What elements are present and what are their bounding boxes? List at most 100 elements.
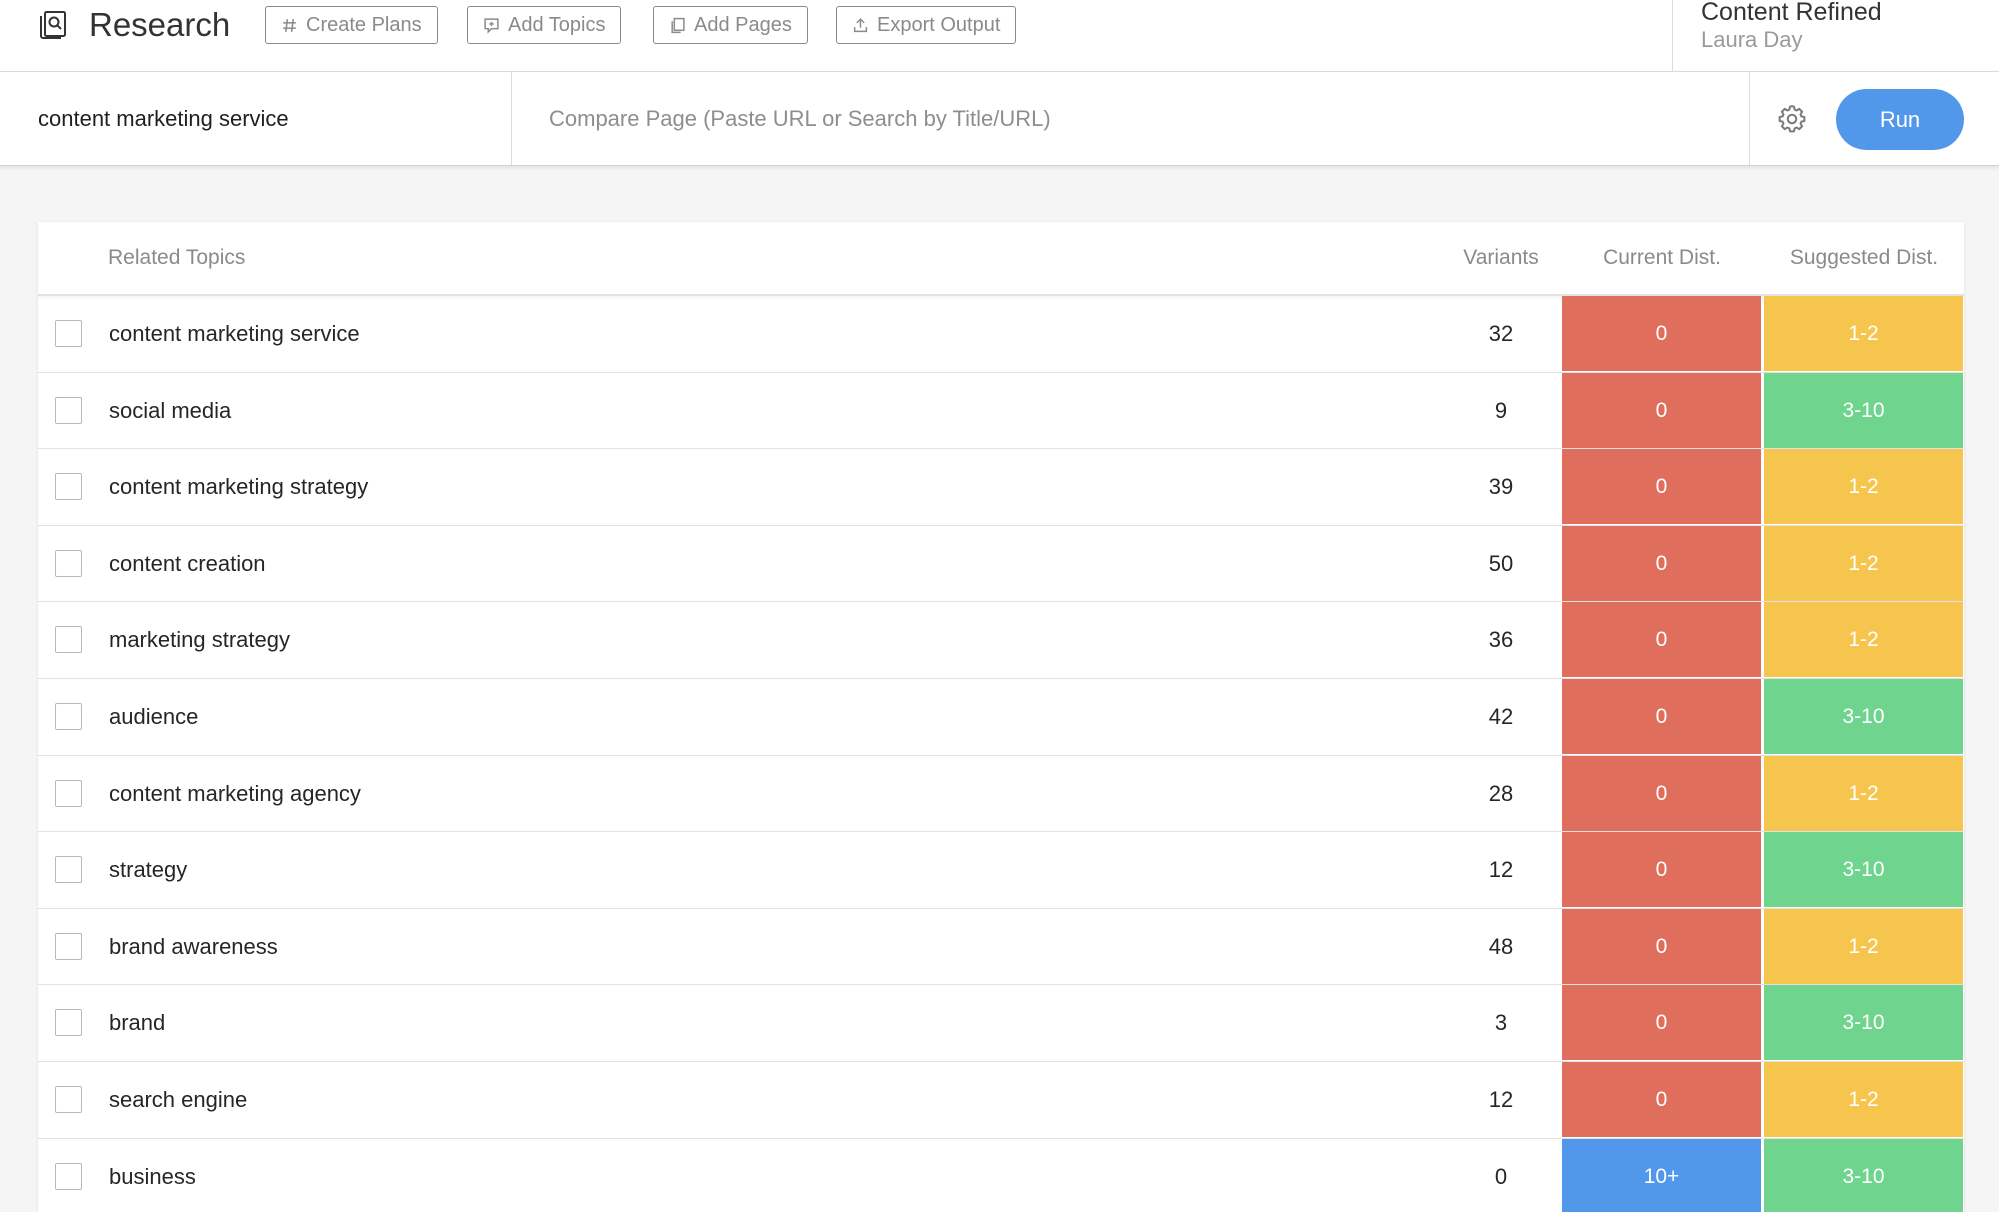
settings-button[interactable] (1749, 72, 1834, 165)
suggested-dist-cell: 3-10 (1764, 678, 1963, 754)
current-dist-cell: 0 (1562, 525, 1761, 601)
row-checkbox[interactable] (55, 932, 82, 960)
compare-page-input[interactable] (513, 72, 1749, 165)
table-row: business 0 10+ 3-10 (38, 1138, 1964, 1212)
variants-count: 42 (1488, 703, 1514, 729)
suggested-dist-cell: 1-2 (1764, 602, 1963, 678)
current-dist-cell: 0 (1562, 755, 1761, 831)
top-bar: Research Create Plans Add Topics Add Pag… (0, 0, 1999, 72)
topic-name: strategy (109, 857, 188, 883)
current-dist-cell: 0 (1562, 832, 1761, 908)
variants-count: 39 (1488, 474, 1514, 500)
row-checkbox[interactable] (55, 779, 82, 807)
topic-name: audience (109, 703, 199, 729)
suggested-dist-cell: 1-2 (1764, 449, 1963, 525)
suggested-dist-cell: 3-10 (1764, 985, 1963, 1061)
topic-name: content creation (109, 550, 266, 576)
current-dist-cell: 0 (1562, 1061, 1761, 1137)
variants-count: 36 (1488, 627, 1514, 653)
add-topics-label: Add Topics (508, 13, 606, 36)
run-button[interactable]: Run (1836, 89, 1964, 150)
topic-name: marketing strategy (109, 627, 290, 653)
row-checkbox[interactable] (55, 549, 82, 577)
export-output-label: Export Output (877, 13, 1001, 36)
variants-header[interactable]: Variants (1436, 222, 1566, 294)
variants-count: 12 (1488, 857, 1514, 883)
variants-count: 3 (1494, 1010, 1508, 1036)
add-pages-label: Add Pages (694, 13, 792, 36)
current-dist-cell: 0 (1562, 602, 1761, 678)
table-row: content creation 50 0 1-2 (38, 525, 1964, 603)
current-dist-cell: 0 (1562, 296, 1761, 371)
suggested-dist-cell: 1-2 (1764, 908, 1963, 984)
current-dist-cell: 0 (1562, 908, 1761, 984)
export-output-button[interactable]: Export Output (836, 6, 1017, 44)
variants-count: 28 (1488, 780, 1514, 806)
table-row: marketing strategy 36 0 1-2 (38, 602, 1964, 679)
suggested-dist-cell: 1-2 (1764, 755, 1963, 831)
create-plans-label: Create Plans (306, 13, 422, 36)
suggested-dist-cell: 3-10 (1764, 372, 1963, 448)
topic-name: content marketing agency (109, 780, 361, 806)
variants-count: 32 (1488, 321, 1514, 346)
row-checkbox[interactable] (55, 320, 82, 347)
user-panel[interactable]: Content Refined Laura Day (1672, 0, 1999, 72)
hash-icon (283, 18, 296, 32)
add-pages-button[interactable]: Add Pages (653, 6, 808, 44)
current-dist-cell: 10+ (1562, 1138, 1761, 1212)
suggested-dist-header[interactable]: Suggested Dist. (1764, 222, 1964, 294)
table-header: Related Topics Variants Current Dist. Su… (38, 222, 1964, 296)
row-checkbox[interactable] (55, 473, 82, 501)
table-row: content marketing service 32 0 1-2 (38, 296, 1964, 373)
row-checkbox[interactable] (55, 396, 82, 424)
table-row: social media 9 0 3-10 (38, 372, 1964, 450)
comment-icon (484, 17, 499, 34)
table-row: search engine 12 0 1-2 (38, 1061, 1964, 1139)
suggested-dist-cell: 3-10 (1764, 1138, 1963, 1212)
gear-icon (1778, 104, 1806, 132)
table-row: brand 3 0 3-10 (38, 985, 1964, 1062)
current-dist-header[interactable]: Current Dist. (1562, 222, 1762, 294)
table-row: audience 42 0 3-10 (38, 678, 1964, 756)
search-bar: content marketing service Run (0, 72, 1999, 166)
related-topics-header[interactable]: Related Topics (108, 222, 245, 294)
topic-name: brand awareness (109, 933, 278, 959)
project-name: Content Refined (1701, 0, 1882, 26)
row-checkbox[interactable] (55, 1085, 82, 1113)
topic-name: brand (109, 1010, 166, 1036)
table-row: content marketing strategy 39 0 1-2 (38, 449, 1964, 526)
related-topics-table: Related Topics Variants Current Dist. Su… (38, 222, 1964, 1212)
row-checkbox[interactable] (55, 1009, 82, 1037)
topic-name: content marketing service (109, 321, 360, 346)
topic-name: business (109, 1163, 196, 1189)
keyword-field[interactable]: content marketing service (0, 72, 512, 165)
current-dist-cell: 0 (1562, 985, 1761, 1061)
upload-icon (853, 17, 868, 32)
topic-name: social media (109, 397, 232, 423)
variants-count: 9 (1494, 397, 1508, 423)
table-row: brand awareness 48 0 1-2 (38, 908, 1964, 986)
suggested-dist-cell: 1-2 (1764, 296, 1963, 371)
user-name: Laura Day (1701, 27, 1803, 52)
research-logo-icon (38, 9, 70, 41)
current-dist-cell: 0 (1562, 449, 1761, 525)
topic-name: content marketing strategy (109, 474, 369, 500)
row-checkbox[interactable] (55, 1162, 82, 1190)
variants-count: 12 (1488, 1086, 1514, 1112)
app-title: Research (89, 6, 231, 43)
row-checkbox[interactable] (55, 626, 82, 654)
current-dist-cell: 0 (1562, 678, 1761, 754)
pages-icon (671, 17, 685, 33)
add-topics-button[interactable]: Add Topics (467, 6, 622, 44)
row-checkbox[interactable] (55, 856, 82, 884)
row-checkbox[interactable] (55, 702, 82, 730)
table-row: strategy 12 0 3-10 (38, 832, 1964, 909)
create-plans-button[interactable]: Create Plans (265, 6, 438, 44)
variants-count: 0 (1494, 1163, 1508, 1189)
variants-count: 48 (1488, 933, 1514, 959)
suggested-dist-cell: 3-10 (1764, 832, 1963, 908)
topic-name: search engine (109, 1086, 248, 1112)
table-row: content marketing agency 28 0 1-2 (38, 755, 1964, 833)
current-dist-cell: 0 (1562, 372, 1761, 448)
variants-count: 50 (1488, 550, 1514, 576)
